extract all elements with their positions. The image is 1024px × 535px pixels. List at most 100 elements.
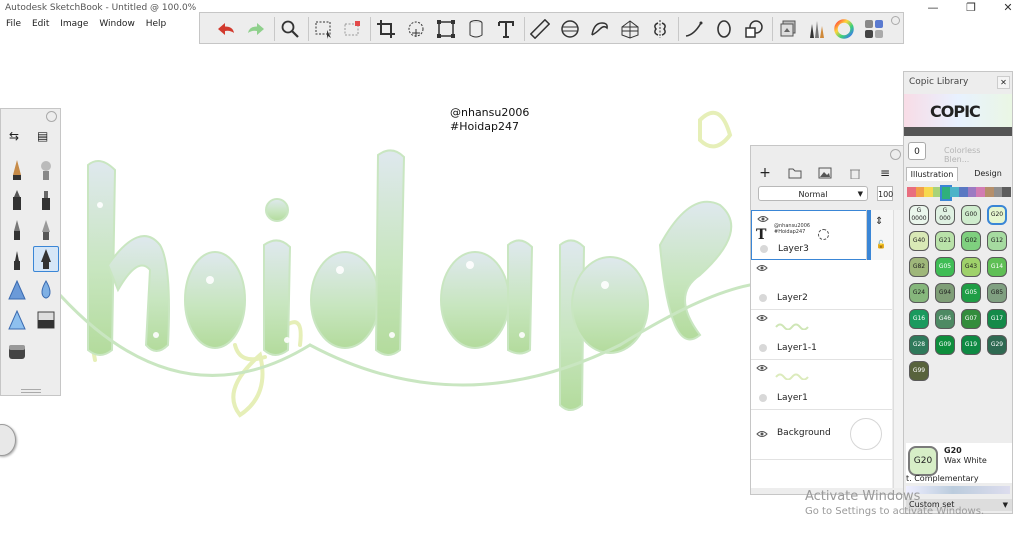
colorless-blender[interactable]: 0 Colorless Blen... (908, 142, 1008, 164)
copic-banner-strip[interactable] (904, 127, 1012, 136)
eye-icon[interactable] (756, 364, 768, 372)
opacity-field[interactable]: 100 (877, 186, 893, 201)
copic-swatch-G00[interactable]: G00 (961, 205, 981, 225)
copic-family-strip[interactable] (907, 185, 1012, 201)
copic-swatch-G05[interactable]: G05 (935, 257, 955, 277)
triangle-brush-icon[interactable] (4, 277, 30, 303)
menu-edit[interactable]: Edit (32, 17, 49, 31)
3d-icon[interactable] (464, 17, 488, 41)
transform-select-icon[interactable] (340, 17, 364, 41)
layer-item-background[interactable]: Background (751, 410, 892, 460)
eye-icon[interactable] (756, 264, 768, 272)
copic-family-7[interactable] (967, 187, 977, 197)
marker-icon[interactable] (4, 187, 30, 213)
ruler-icon[interactable] (528, 17, 552, 41)
copic-family-1[interactable] (915, 187, 925, 197)
eraser-icon[interactable] (33, 307, 59, 333)
copic-swatch-G29[interactable]: G29 (987, 335, 1007, 355)
copic-swatch-G46[interactable]: G46 (935, 309, 955, 329)
copic-swatch-G02[interactable]: G02 (961, 231, 981, 251)
copic-swatch-G20[interactable]: G20 (987, 205, 1007, 225)
blend-mode-select[interactable]: Normal ▼ (758, 186, 868, 201)
tab-illustration[interactable]: Illustration (906, 167, 958, 181)
copic-swatch-G94[interactable]: G94 (935, 283, 955, 303)
eraser-soft-icon[interactable] (4, 339, 30, 365)
layer1-1-visibility-dot[interactable] (759, 344, 767, 352)
copic-swatch-G85[interactable]: G85 (987, 283, 1007, 303)
redo-icon[interactable] (244, 17, 268, 41)
layer1-visibility-dot[interactable] (759, 394, 767, 402)
copic-library-icon[interactable] (862, 17, 886, 41)
select-icon[interactable] (312, 17, 336, 41)
drop-brush-icon[interactable] (33, 277, 59, 303)
copic-family-8[interactable] (976, 187, 986, 197)
copic-family-0[interactable] (907, 187, 916, 197)
crop-icon[interactable] (374, 17, 398, 41)
color-wheel-icon[interactable] (832, 17, 856, 41)
eye-icon[interactable] (757, 215, 769, 223)
ballpoint-icon[interactable] (4, 217, 30, 243)
copic-swatch-G07[interactable]: G07 (961, 309, 981, 329)
tab-design[interactable]: Design (964, 167, 1012, 181)
menu-image[interactable]: Image (60, 17, 88, 31)
brush-settings-icon[interactable]: ⇆ (9, 129, 19, 143)
selected-color-swatch[interactable]: G20 (908, 446, 938, 476)
symmetry-icon[interactable] (648, 17, 672, 41)
brush-grid-icon[interactable]: ▤ (37, 129, 48, 143)
zoom-icon[interactable] (278, 17, 302, 41)
layer-editor-icon[interactable] (776, 17, 800, 41)
copic-swatch-G14[interactable]: G14 (987, 257, 1007, 277)
layer2-visibility-dot[interactable] (759, 294, 767, 302)
perspective-icon[interactable] (618, 17, 642, 41)
menu-file[interactable]: File (6, 17, 21, 31)
close-window-button[interactable]: ✕ (993, 0, 1023, 16)
copic-swatch-G28[interactable]: G28 (909, 335, 929, 355)
layer-item-layer1[interactable]: Layer1 (751, 360, 892, 410)
add-image-icon[interactable] (817, 165, 833, 181)
copic-family-9[interactable] (985, 187, 994, 197)
add-layer-icon[interactable]: + (757, 165, 773, 181)
french-curve-icon[interactable] (588, 17, 612, 41)
menu-window[interactable]: Window (99, 17, 135, 31)
colorless-blender-swatch[interactable]: 0 (908, 142, 926, 160)
copic-family-3[interactable] (933, 187, 942, 197)
menu-help[interactable]: Help (146, 17, 167, 31)
toolbar-close-icon[interactable] (891, 16, 900, 25)
copic-family-10[interactable] (993, 187, 1003, 197)
copic-swatch-G24[interactable]: G24 (909, 283, 929, 303)
chisel-brush-icon[interactable] (4, 307, 30, 333)
copic-swatch-G43[interactable]: G43 (961, 257, 981, 277)
brush-palette-grip[interactable] (21, 389, 41, 393)
copic-swatch-G17[interactable]: G17 (987, 309, 1007, 329)
airbrush-icon[interactable] (33, 157, 59, 183)
layer-move-icon[interactable]: ⇕ (875, 216, 883, 227)
copic-family-6[interactable] (959, 187, 968, 197)
copic-family-5[interactable] (950, 187, 960, 197)
lasso-icon[interactable] (404, 17, 428, 41)
background-color-swatch[interactable] (850, 418, 882, 450)
layer-lock-toggle-icon[interactable]: 🔓 (876, 240, 886, 249)
canvas-artwork[interactable] (60, 95, 750, 425)
layer-editor-close-icon[interactable] (890, 149, 901, 160)
copic-swatch-G82[interactable]: G82 (909, 257, 929, 277)
minimize-button[interactable]: — (918, 0, 948, 16)
undo-icon[interactable] (214, 17, 238, 41)
layer3-visibility-dot[interactable] (760, 245, 768, 253)
copic-swatch-G0000[interactable]: G 0000 (909, 205, 929, 225)
layer-item-layer2[interactable]: Layer2 (751, 260, 892, 310)
trash-icon[interactable] (847, 165, 863, 181)
copic-swatch-G09[interactable]: G09 (935, 335, 955, 355)
copic-family-4[interactable] (939, 185, 953, 201)
pencil-icon[interactable] (4, 157, 30, 183)
copic-swatch-G19[interactable]: G19 (961, 335, 981, 355)
circle-icon[interactable] (712, 17, 736, 41)
fountain-pen-icon[interactable] (33, 217, 59, 243)
ink-pen-icon[interactable] (33, 187, 59, 213)
ellipse-guide-icon[interactable] (558, 17, 582, 41)
lagoon-puck[interactable] (0, 424, 16, 456)
brush-palette-close-icon[interactable] (46, 111, 57, 122)
distort-icon[interactable] (434, 17, 458, 41)
copic-swatch-G05[interactable]: G05 (961, 283, 981, 303)
layer-editor-header[interactable] (751, 146, 904, 160)
copic-close-icon[interactable]: ✕ (997, 76, 1010, 89)
